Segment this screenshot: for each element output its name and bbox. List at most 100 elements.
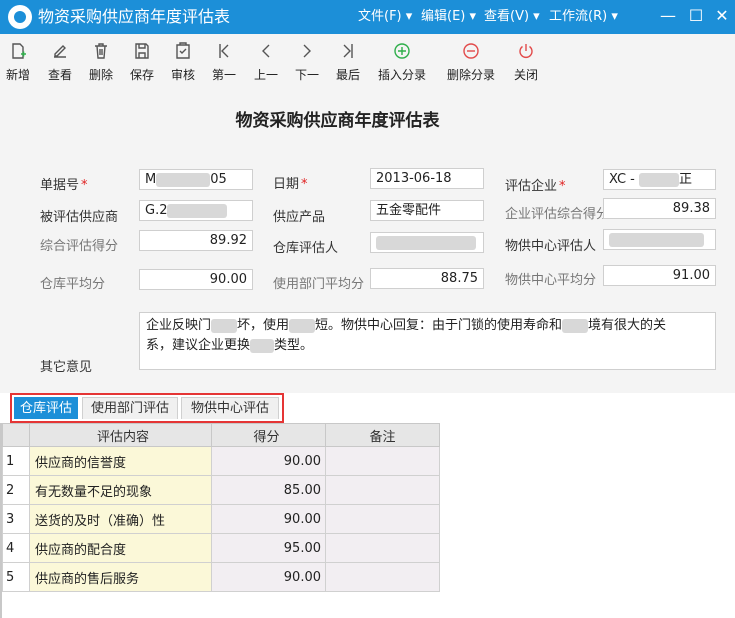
save-button[interactable]: 保存 xyxy=(128,42,156,83)
app-logo xyxy=(8,5,32,29)
cell-note[interactable] xyxy=(325,475,440,505)
toolbar: 新增 查看 删除 保存 审核 第一 上一 下一 最后 插入分录 删除分录 关闭 xyxy=(0,34,735,92)
cell-note[interactable] xyxy=(325,533,440,563)
trash-icon xyxy=(87,42,115,62)
last-icon xyxy=(333,42,363,62)
menu-edit[interactable]: 编辑(E) ▾ xyxy=(421,8,476,26)
delete-entry-button[interactable]: 删除分录 xyxy=(444,42,498,83)
table-row[interactable]: 2 有无数量不足的现象 85.00 xyxy=(2,475,440,505)
prev-button[interactable]: 上一 xyxy=(251,42,281,83)
redacted-block xyxy=(639,172,680,187)
redacted-block xyxy=(289,318,316,333)
cell-note[interactable] xyxy=(325,562,440,592)
redacted-block xyxy=(562,318,589,333)
row-number: 3 xyxy=(2,504,30,534)
remark-textarea[interactable]: 企业反映门 坏，使用 短。物供中心回复：由于门锁的使用寿命和 境有很大的关 系，建议企… xyxy=(139,312,716,370)
minus-circle-icon xyxy=(444,42,498,62)
company-score-field: 89.38 xyxy=(603,198,716,219)
menu-view[interactable]: 查看(V) ▾ xyxy=(484,8,540,26)
cell-item[interactable]: 有无数量不足的现象 xyxy=(29,475,212,505)
warehouse-avg-field: 90.00 xyxy=(139,269,253,290)
dept-avg-label: 使用部门平均分 xyxy=(273,277,365,292)
table-row[interactable]: 5 供应商的售后服务 90.00 xyxy=(2,562,440,592)
table-row[interactable]: 1 供应商的信誉度 90.00 xyxy=(2,446,440,476)
edit-icon xyxy=(46,42,74,62)
maximize-icon[interactable]: ☐ xyxy=(686,6,706,26)
insert-entry-button[interactable]: 插入分录 xyxy=(375,42,429,83)
product-field[interactable]: 五金零配件 xyxy=(370,200,484,221)
overall-score-field: 89.92 xyxy=(139,230,253,251)
menu-file[interactable]: 文件(F) ▾ xyxy=(358,8,412,26)
redacted-block xyxy=(250,338,275,353)
new-doc-icon xyxy=(4,42,32,62)
cell-score[interactable]: 90.00 xyxy=(211,504,326,534)
redacted-block xyxy=(167,203,228,218)
supply-center-evaluator-label: 物供中心评估人 xyxy=(505,239,597,254)
redacted-block xyxy=(376,235,476,250)
title-bar: 物资采购供应商年度评估表 文件(F) ▾ 编辑(E) ▾ 查看(V) ▾ 工作流… xyxy=(0,0,735,34)
cell-item[interactable]: 供应商的配合度 xyxy=(29,533,212,563)
supply-center-avg-label: 物供中心平均分 xyxy=(505,273,597,288)
cell-score[interactable]: 90.00 xyxy=(211,562,326,592)
table-row[interactable]: 4 供应商的配合度 95.00 xyxy=(2,533,440,563)
date-field[interactable]: 2013-06-18 xyxy=(370,168,484,189)
supply-center-avg-field: 91.00 xyxy=(603,265,716,286)
last-button[interactable]: 最后 xyxy=(333,42,363,83)
date-label: 日期 * xyxy=(273,177,308,192)
evaluation-grid: 评估内容 得分 备注 1 供应商的信誉度 90.00 2 有无数量不足的现象 8… xyxy=(2,423,440,592)
product-label: 供应产品 xyxy=(273,210,326,225)
warehouse-evaluator-field[interactable] xyxy=(370,232,484,253)
cell-note[interactable] xyxy=(325,446,440,476)
power-icon xyxy=(511,42,541,62)
delete-button[interactable]: 删除 xyxy=(87,42,115,83)
audit-icon xyxy=(169,42,197,62)
supplier-field[interactable]: G.2 xyxy=(139,200,253,221)
cell-item[interactable]: 供应商的售后服务 xyxy=(29,562,212,592)
first-button[interactable]: 第一 xyxy=(209,42,239,83)
dept-avg-field: 88.75 xyxy=(370,268,484,289)
column-header-item[interactable]: 评估内容 xyxy=(29,423,212,447)
row-number: 2 xyxy=(2,475,30,505)
window-title: 物资采购供应商年度评估表 xyxy=(38,7,231,26)
tab-highlight-box xyxy=(10,393,284,423)
form-title: 物资采购供应商年度评估表 xyxy=(235,111,440,131)
redacted-block xyxy=(156,172,211,187)
minimize-icon[interactable]: — xyxy=(658,6,678,26)
row-number: 4 xyxy=(2,533,30,563)
supply-center-evaluator-field[interactable] xyxy=(603,229,716,250)
close-icon[interactable]: ✕ xyxy=(712,6,732,26)
view-button[interactable]: 查看 xyxy=(46,42,74,83)
eval-company-field[interactable]: XC - 正 xyxy=(603,169,716,190)
table-row[interactable]: 3 送货的及时（准确）性 90.00 xyxy=(2,504,440,534)
cell-score[interactable]: 90.00 xyxy=(211,446,326,476)
doc-no-field[interactable]: M 05 xyxy=(139,169,253,190)
cell-item[interactable]: 供应商的信誉度 xyxy=(29,446,212,476)
next-button[interactable]: 下一 xyxy=(292,42,322,83)
cell-item[interactable]: 送货的及时（准确）性 xyxy=(29,504,212,534)
redacted-block xyxy=(609,232,704,247)
row-number-header xyxy=(2,423,30,447)
company-score-label: 企业评估综合得分 xyxy=(505,207,603,222)
prev-icon xyxy=(251,42,281,62)
menu-workflow[interactable]: 工作流(R) ▾ xyxy=(549,8,618,26)
column-header-score[interactable]: 得分 xyxy=(211,423,326,447)
supplier-label: 被评估供应商 xyxy=(40,210,119,225)
next-icon xyxy=(292,42,322,62)
row-number: 5 xyxy=(2,562,30,592)
grid-header-row: 评估内容 得分 备注 xyxy=(2,423,440,447)
plus-circle-icon xyxy=(375,42,429,62)
first-icon xyxy=(209,42,239,62)
cell-score[interactable]: 85.00 xyxy=(211,475,326,505)
new-button[interactable]: 新增 xyxy=(4,42,32,83)
cell-score[interactable]: 95.00 xyxy=(211,533,326,563)
eval-company-label: 评估企业 * xyxy=(505,179,566,194)
cell-note[interactable] xyxy=(325,504,440,534)
save-icon xyxy=(128,42,156,62)
row-number: 1 xyxy=(2,446,30,476)
close-button[interactable]: 关闭 xyxy=(511,42,541,83)
audit-button[interactable]: 审核 xyxy=(169,42,197,83)
doc-no-label: 单据号 * xyxy=(40,178,88,193)
remark-label: 其它意见 xyxy=(40,360,93,375)
redacted-block xyxy=(211,318,238,333)
column-header-note[interactable]: 备注 xyxy=(325,423,440,447)
